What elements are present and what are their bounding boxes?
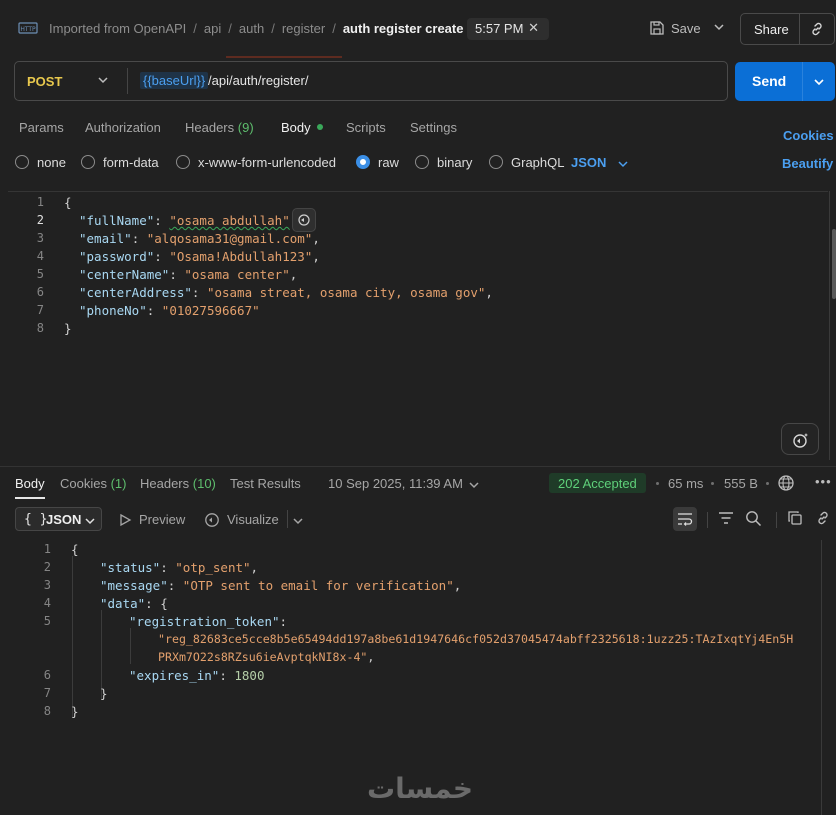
tab-params[interactable]: Params <box>19 120 64 135</box>
time-chip: 5:57 PM ✕ <box>467 18 549 40</box>
save-label: Save <box>671 21 701 36</box>
more-options-icon[interactable]: ••• <box>815 474 832 489</box>
active-tab-indicator <box>15 497 45 499</box>
response-size[interactable]: 555 B <box>724 476 758 491</box>
tab-headers-count: (9) <box>237 120 254 135</box>
ai-assistant-button[interactable] <box>781 423 819 455</box>
tab-response-headers[interactable]: Headers (10) <box>140 476 216 491</box>
braces-icon: { } <box>24 512 48 527</box>
tab-body[interactable]: Body <box>281 120 323 135</box>
save-button[interactable]: Save <box>649 18 729 42</box>
tab-scripts[interactable]: Scripts <box>346 120 386 135</box>
active-tab-indicator <box>226 56 342 58</box>
beautify-link[interactable]: Beautify <box>782 156 833 171</box>
code-line: } <box>100 686 108 701</box>
url-variable[interactable]: {{baseUrl}} <box>140 72 209 89</box>
code-line: "expires_in": 1800 <box>129 668 265 683</box>
response-timestamp[interactable]: 10 Sep 2025, 11:39 AM <box>328 476 479 491</box>
code-line: "status": "otp_sent", <box>100 560 259 575</box>
tab-test-results[interactable]: Test Results <box>230 476 301 491</box>
tab-response-cookies[interactable]: Cookies (1) <box>60 476 126 491</box>
share-label: Share <box>754 22 789 37</box>
ai-assist-icon <box>793 433 808 448</box>
pane-divider[interactable] <box>0 466 836 467</box>
chevron-down-icon[interactable] <box>292 515 304 527</box>
tab-authorization[interactable]: Authorization <box>85 120 161 135</box>
editor-scrollbar-thumb[interactable] <box>832 229 836 299</box>
code-line: "password": "Osama!Abdullah123", <box>79 249 320 264</box>
code-line: "data": { <box>100 596 168 611</box>
wrap-lines-icon <box>678 513 693 526</box>
filter-icon[interactable] <box>718 510 734 526</box>
link-icon[interactable] <box>815 510 831 526</box>
body-format-select[interactable]: JSON <box>571 155 628 170</box>
chevron-down-icon <box>469 482 479 489</box>
code-line: { <box>64 195 72 210</box>
tab-headers-label: Headers <box>185 120 235 135</box>
breadcrumb-item[interactable]: register <box>282 21 325 36</box>
code-line: PRXm7O22s8RZsu6ieAvptqkNI8x-4", <box>158 650 375 664</box>
tab-response-body[interactable]: Body <box>15 476 45 491</box>
url-input[interactable]: /api/auth/register/ <box>208 73 308 88</box>
breadcrumb-item[interactable]: api <box>204 21 221 36</box>
chevron-down-icon[interactable] <box>97 74 109 86</box>
code-line: } <box>64 321 72 336</box>
body-format-label: JSON <box>571 155 607 170</box>
code-line: "message": "OTP sent to email for verifi… <box>100 578 462 593</box>
play-icon <box>120 513 132 527</box>
search-icon[interactable] <box>745 510 762 527</box>
url-bar: POST {{baseUrl}} /api/auth/register/ <box>14 61 728 101</box>
globe-icon[interactable] <box>777 474 795 492</box>
svg-text:HTTP: HTTP <box>20 26 36 33</box>
response-time[interactable]: 65 ms <box>668 476 703 491</box>
code-line: "fullName": "osama abdullah", <box>79 213 297 228</box>
method-select[interactable]: POST <box>27 74 62 89</box>
copy-icon[interactable] <box>787 510 803 526</box>
save-icon <box>650 21 664 35</box>
response-format-label: JSON <box>46 512 82 527</box>
code-line: "email": "alqosama31@gmail.com", <box>79 231 320 246</box>
close-icon[interactable]: ✕ <box>528 20 539 36</box>
tab-body-label: Body <box>281 120 311 135</box>
modified-dot-icon <box>316 124 323 130</box>
request-title[interactable]: auth register create <box>343 21 464 36</box>
code-line: "centerAddress": "osama streat, osama ci… <box>79 285 493 300</box>
watermark: خمسات <box>367 772 474 805</box>
code-line: { <box>71 542 79 557</box>
share-button[interactable]: Share <box>740 13 835 45</box>
tab-settings[interactable]: Settings <box>410 120 457 135</box>
code-line: } <box>71 704 79 719</box>
send-label: Send <box>752 73 787 89</box>
breadcrumb-item[interactable]: auth <box>239 21 264 36</box>
code-line: "centerName": "osama center", <box>79 267 298 282</box>
visualize-icon <box>205 513 219 527</box>
chevron-down-icon <box>618 161 628 168</box>
breadcrumb: Imported from OpenAPI / api / auth / register /… <box>49 21 464 36</box>
response-format-select[interactable]: { } JSON <box>15 507 102 531</box>
code-line: "registration_token": <box>129 614 288 629</box>
status-badge[interactable]: 202 Accepted <box>549 473 646 493</box>
response-scrollbar[interactable] <box>821 540 822 815</box>
send-button[interactable]: Send <box>735 62 835 101</box>
tab-headers[interactable]: Headers (9) <box>185 120 254 135</box>
http-request-icon: HTTP <box>18 22 38 34</box>
time-label: 5:57 PM <box>475 21 524 36</box>
cookies-link[interactable]: Cookies <box>783 128 834 143</box>
ai-assist-icon <box>298 214 310 226</box>
code-line: "reg_82683ce5cce8b5e65494dd197a8be61d194… <box>158 632 794 646</box>
ai-suggest-button[interactable] <box>292 208 316 232</box>
request-body-editor[interactable]: 1 2 3 4 5 6 7 8 { "fullName": "osama abd… <box>8 191 828 460</box>
chevron-down-icon[interactable] <box>713 21 725 33</box>
link-icon[interactable] <box>809 21 825 37</box>
wrap-lines-button[interactable] <box>673 507 697 531</box>
top-bar: HTTP Imported from OpenAPI / api / auth / regi… <box>0 0 836 58</box>
code-line: "phoneNo": "01027596667" <box>79 303 260 318</box>
chevron-down-icon <box>85 518 95 525</box>
chevron-down-icon[interactable] <box>813 76 825 88</box>
breadcrumb-item[interactable]: Imported from OpenAPI <box>49 21 186 36</box>
